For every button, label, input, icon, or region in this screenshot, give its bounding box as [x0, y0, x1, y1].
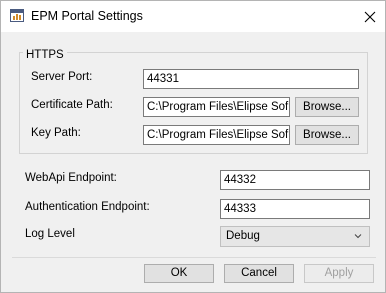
server-port-label: Server Port: — [31, 71, 93, 83]
auth-endpoint-input[interactable]: 44333 — [220, 199, 370, 219]
https-group-legend: HTTPS — [23, 49, 67, 61]
apply-button[interactable]: Apply — [304, 264, 374, 283]
chevron-down-icon — [354, 234, 362, 239]
close-icon — [364, 11, 376, 22]
close-button[interactable] — [355, 1, 385, 32]
certificate-browse-button[interactable]: Browse... — [295, 97, 359, 117]
settings-dialog: EPM Portal Settings HTTPS Server Port: 4… — [0, 0, 386, 293]
webapi-endpoint-input[interactable]: 44332 — [220, 170, 370, 190]
log-level-label: Log Level — [25, 228, 75, 240]
certificate-path-label: Certificate Path: — [31, 99, 113, 111]
footer-divider — [12, 257, 376, 258]
key-path-label: Key Path: — [31, 127, 81, 139]
key-browse-button[interactable]: Browse... — [295, 125, 359, 145]
server-port-input[interactable]: 44331 — [143, 69, 359, 89]
webapi-endpoint-label: WebApi Endpoint: — [25, 172, 117, 184]
log-level-value: Debug — [226, 230, 260, 242]
key-path-input[interactable]: C:\Program Files\Elipse Sof — [143, 125, 290, 145]
window-title: EPM Portal Settings — [31, 9, 143, 23]
app-chart-icon — [10, 9, 24, 22]
cancel-button[interactable]: Cancel — [224, 264, 294, 283]
ok-button[interactable]: OK — [144, 264, 214, 283]
log-level-select[interactable]: Debug — [220, 226, 370, 247]
certificate-path-input[interactable]: C:\Program Files\Elipse Sof — [143, 97, 290, 117]
title-bar: EPM Portal Settings — [1, 1, 385, 32]
auth-endpoint-label: Authentication Endpoint: — [25, 201, 150, 213]
